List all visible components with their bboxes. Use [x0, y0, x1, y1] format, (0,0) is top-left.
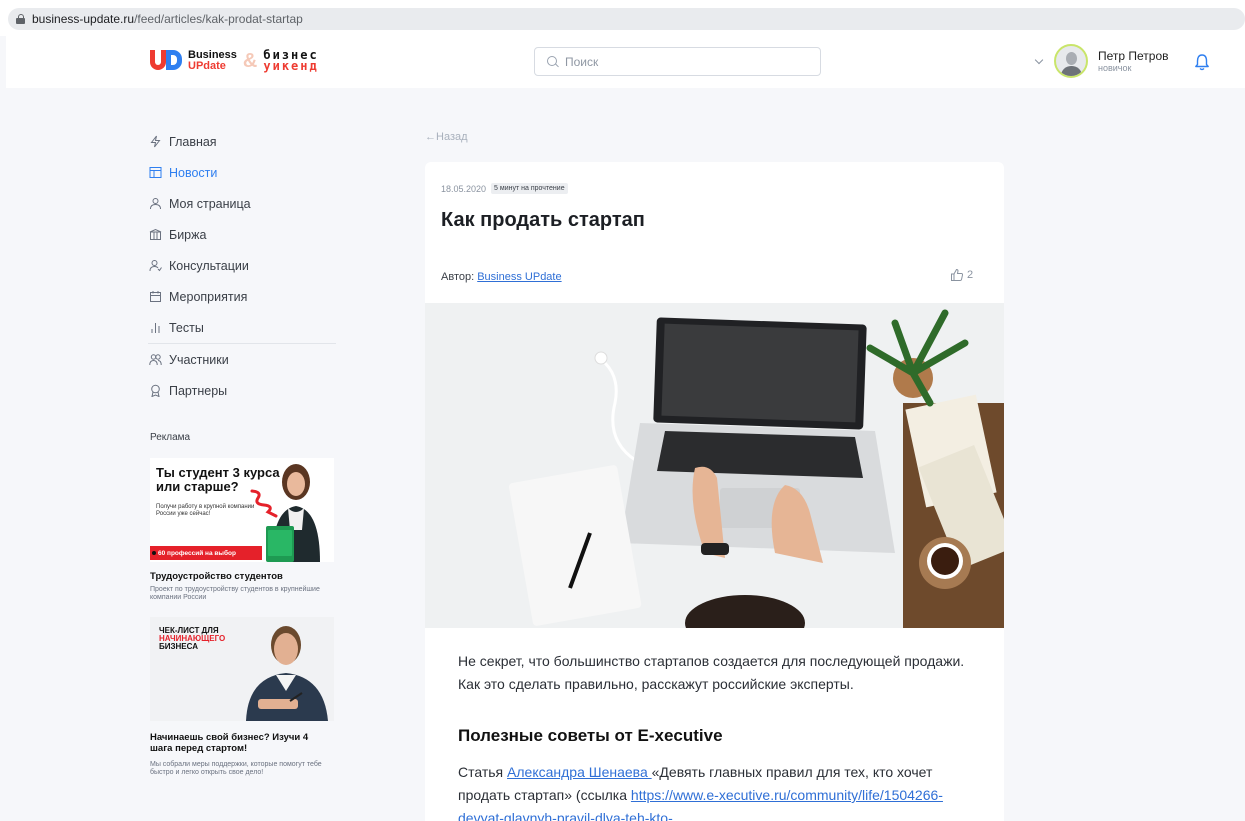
user-info: Петр Петров новичок — [1098, 49, 1169, 73]
sidebar-item-exchange[interactable]: Биржа — [148, 219, 338, 250]
sidebar-item-label: Моя страница — [169, 196, 251, 211]
news-icon — [148, 166, 162, 180]
consult-icon — [148, 259, 162, 273]
logo-text: Business UPdate — [188, 49, 237, 72]
article-author-link[interactable]: Александра Шенаева — [507, 764, 652, 780]
user-menu[interactable]: Петр Петров новичок — [1034, 44, 1169, 78]
section-heading: Полезные советы от E-xecutive — [458, 726, 723, 745]
user-name: Петр Петров — [1098, 49, 1169, 63]
sidebar-item-label: Участники — [169, 352, 229, 367]
sidebar-item-label: Консультации — [169, 258, 249, 273]
calendar-icon — [148, 290, 162, 304]
url-field[interactable]: business-update.ru/feed/articles/kak-pro… — [8, 8, 1245, 30]
sidebar-nav: Главная Новости Моя страница Биржа Консу… — [148, 126, 338, 406]
ad-caption[interactable]: Начинаешь свой бизнес? Изучи 4 шага пере… — [150, 732, 330, 754]
ad-banner-checklist[interactable]: ЧЕК-ЛИСТ ДЛЯ НАЧИНАЮЩЕГО БИЗНЕСА — [150, 617, 334, 721]
author-link[interactable]: Business UPdate — [477, 271, 561, 283]
search-input[interactable] — [565, 54, 805, 69]
ad-badge-bar: 60 профессий на выбор — [150, 546, 262, 560]
sidebar-item-label: Биржа — [169, 227, 207, 242]
site-header: Business UPdate & бизнес уикенд Петр Пет… — [6, 36, 1245, 88]
ad-headline: ЧЕК-ЛИСТ ДЛЯ НАЧИНАЮЩЕГО БИЗНЕСА — [159, 626, 226, 651]
sidebar-item-label: Мероприятия — [169, 289, 248, 304]
sidebar-item-label: Партнеры — [169, 383, 228, 398]
bell-icon[interactable] — [1194, 53, 1210, 71]
read-time-badge: 5 минут на прочтение — [491, 183, 568, 194]
exchange-icon — [148, 228, 162, 242]
logo-weekend-text: бизнес уикенд — [263, 48, 319, 73]
article-meta: 18.05.2020 5 минут на прочтение — [441, 183, 568, 194]
lightning-icon — [148, 135, 162, 149]
article-date: 18.05.2020 — [441, 183, 487, 194]
article-card: 18.05.2020 5 минут на прочтение Как прод… — [425, 162, 1004, 821]
url-host: business-update.ru — [32, 12, 135, 26]
site-logo[interactable]: Business UPdate & бизнес уикенд — [150, 48, 319, 74]
sidebar-item-news[interactable]: Новости — [148, 157, 338, 188]
ads-heading: Реклама — [150, 432, 191, 443]
users-icon — [148, 353, 162, 367]
sidebar-item-label: Главная — [169, 134, 217, 149]
sidebar-item-home[interactable]: Главная — [148, 126, 338, 157]
like-button[interactable]: 2 — [950, 268, 973, 282]
user-rank: новичок — [1098, 63, 1132, 73]
chevron-down-icon[interactable] — [1034, 56, 1044, 66]
laptop-desk-photo — [425, 303, 1004, 628]
businessman-photo — [246, 626, 328, 721]
ad-badge-text: 60 профессий на выбор — [158, 550, 236, 557]
search-box[interactable] — [534, 47, 821, 76]
back-link[interactable]: ←Назад — [425, 131, 468, 143]
browser-address-bar: business-update.ru/feed/articles/kak-pro… — [0, 0, 1245, 36]
sidebar-item-my-page[interactable]: Моя страница — [148, 188, 338, 219]
logo-ampersand: & — [242, 49, 258, 72]
avatar[interactable] — [1054, 44, 1088, 78]
logo-mark-icon — [150, 48, 184, 74]
like-count: 2 — [967, 269, 974, 281]
article-paragraph: Статья Александра Шенаева «Девять главны… — [458, 761, 988, 821]
ad-description: Мы собрали меры поддержки, которые помог… — [150, 761, 322, 776]
award-icon — [148, 384, 162, 398]
search-icon — [547, 55, 559, 68]
sidebar-item-label: Новости — [169, 165, 218, 180]
sidebar-item-members[interactable]: Участники — [148, 344, 338, 375]
article-lead: Не секрет, что большинство стартапов соз… — [458, 653, 965, 692]
sidebar-item-consultations[interactable]: Консультации — [148, 250, 338, 281]
sidebar-item-tests[interactable]: Тесты — [148, 312, 338, 343]
user-icon — [148, 197, 162, 211]
author-label: Автор: — [441, 271, 475, 283]
sidebar-item-partners[interactable]: Партнеры — [148, 375, 338, 406]
ad-banner-students[interactable]: Ты студент 3 курса или старше? Получи ра… — [150, 458, 334, 562]
student-photo — [266, 464, 320, 562]
article-hero-image — [425, 303, 1004, 628]
article-title: Как продать стартап — [441, 209, 645, 231]
sidebar-item-label: Тесты — [169, 320, 204, 335]
article-author: Автор: Business UPdate — [441, 271, 562, 283]
sidebar-item-events[interactable]: Мероприятия — [148, 281, 338, 312]
ad-description: Проект по трудоустройству студентов в кр… — [150, 586, 320, 601]
bars-icon — [148, 321, 162, 335]
url-path: /feed/articles/kak-prodat-startap — [134, 12, 303, 26]
ad-caption[interactable]: Трудоустройство студентов — [150, 571, 283, 582]
thumbs-up-icon — [951, 268, 964, 281]
lock-icon — [16, 14, 25, 24]
